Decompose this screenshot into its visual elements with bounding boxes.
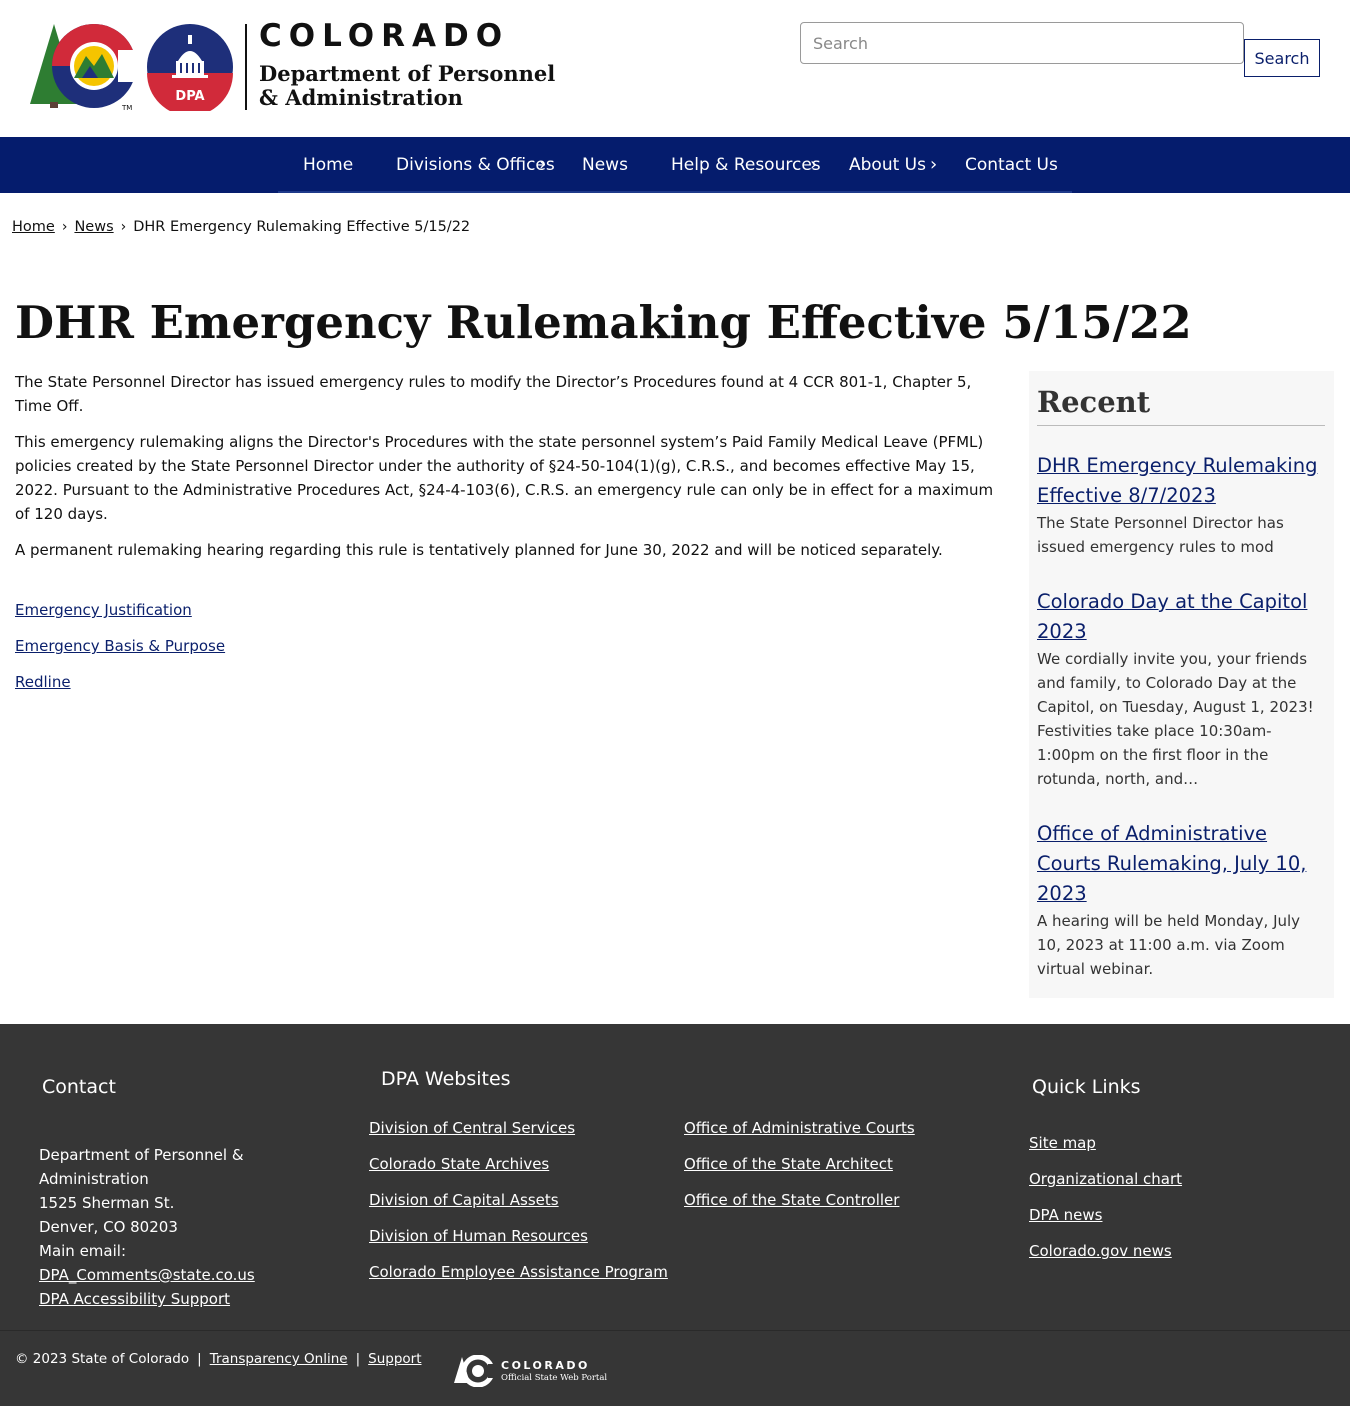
support-link[interactable]: Support — [368, 1351, 421, 1367]
recent-item: Office of Administrative Courts Rulemaki… — [1037, 819, 1327, 981]
recent-item: DHR Emergency Rulemaking Effective 8/7/2… — [1037, 451, 1327, 559]
colorado-portal-logo-icon[interactable] — [454, 1355, 498, 1387]
page-title: DHR Emergency Rulemaking Effective 5/15/… — [15, 296, 1192, 349]
logo-badge-text: DPA — [175, 89, 204, 104]
footer-websites-col2: Office of Administrative Courts Office o… — [684, 1116, 915, 1224]
site-header: TM DPA COLORADO Department of Personnel … — [0, 0, 1350, 137]
nav-item-contact-us[interactable]: Contact Us — [965, 137, 1058, 193]
logo-dept-line2: & Administration — [259, 85, 463, 110]
redline-link[interactable]: Redline — [15, 670, 225, 694]
nav-item-about-us[interactable]: About Us › — [849, 137, 944, 193]
article-body: The State Personnel Director has issued … — [15, 370, 1005, 574]
quick-link-site-map[interactable]: Site map — [1029, 1131, 1182, 1155]
recent-item-link[interactable]: Office of Administrative Courts Rulemaki… — [1037, 819, 1327, 909]
copyright-text: © 2023 State of Colorado — [15, 1351, 190, 1367]
logo-dept-line1: Department of Personnel — [259, 61, 556, 86]
chevron-right-icon[interactable]: › — [810, 137, 817, 193]
footer-website-link[interactable]: Office of the State Controller — [684, 1188, 915, 1212]
footer-legal: © 2023 State of Colorado | Transparency On… — [15, 1351, 422, 1367]
article-paragraph: A permanent rulemaking hearing regarding… — [15, 541, 943, 559]
sidebar-title: Recent — [1037, 385, 1151, 419]
recent-item-link[interactable]: DHR Emergency Rulemaking Effective 8/7/2… — [1037, 451, 1327, 511]
sidebar-divider — [1037, 425, 1325, 426]
footer-quick-links: Site map Organizational chart DPA news C… — [1029, 1131, 1182, 1275]
nav-item-label: Contact Us — [965, 155, 1058, 175]
accessibility-support-link[interactable]: DPA Accessibility Support — [39, 1290, 230, 1308]
nav-item-label: News — [582, 155, 628, 175]
dpa-capitol-badge-icon: DPA — [147, 24, 233, 111]
footer-website-link[interactable]: Division of Central Services — [369, 1116, 668, 1140]
footer-contact-info: Department of Personnel & Administration… — [39, 1143, 255, 1311]
recent-item-summary: We cordially invite you, your friends an… — [1037, 650, 1314, 788]
document-links: Emergency Justification Emergency Basis … — [15, 598, 225, 706]
breadcrumb-link-home[interactable]: Home — [12, 219, 55, 235]
footer-websites-col1: Division of Central Services Colorado St… — [369, 1116, 668, 1296]
chevron-right-icon[interactable]: › — [539, 137, 546, 193]
contact-line: Denver, CO 80203 — [39, 1218, 178, 1236]
emergency-justification-link[interactable]: Emergency Justification — [15, 598, 225, 622]
portal-subtitle-text: Official State Web Portal — [501, 1373, 608, 1383]
breadcrumb-separator: › — [120, 219, 127, 235]
nav-item-news[interactable]: News — [582, 137, 628, 193]
breadcrumb-current: DHR Emergency Rulemaking Effective 5/15/… — [133, 219, 471, 235]
colorado-c-logo-icon: TM — [30, 24, 140, 110]
recent-item: Colorado Day at the Capitol 2023 We cord… — [1037, 587, 1327, 791]
footer-contact-heading: Contact — [42, 1076, 116, 1098]
contact-line: Main email: — [39, 1242, 126, 1260]
breadcrumb-link-news[interactable]: News — [74, 219, 113, 235]
quick-link-colorado-gov-news[interactable]: Colorado.gov news — [1029, 1239, 1182, 1263]
svg-text:TM: TM — [121, 104, 132, 110]
logo-state-text: COLORADO — [259, 18, 510, 54]
colorado-dpa-logo[interactable]: TM DPA COLORADO Department of Personnel … — [28, 18, 568, 116]
nav-item-label: Help & Resources — [671, 155, 821, 175]
logo-divider — [245, 24, 247, 110]
article-paragraph: The State Personnel Director has issued … — [15, 373, 972, 415]
logo-department-text: Department of Personnel & Administration — [259, 62, 555, 110]
breadcrumb: Home › News › DHR Emergency Rulemaking Effec… — [12, 219, 470, 235]
footer-website-link[interactable]: Colorado State Archives — [369, 1152, 668, 1176]
footer-website-link[interactable]: Division of Capital Assets — [369, 1188, 668, 1212]
footer-website-link[interactable]: Division of Human Resources — [369, 1224, 668, 1248]
contact-line: Administration — [39, 1170, 149, 1188]
chevron-right-icon[interactable]: › — [930, 137, 937, 193]
recent-item-link[interactable]: Colorado Day at the Capitol 2023 — [1037, 587, 1327, 647]
footer-website-link[interactable]: Office of Administrative Courts — [684, 1116, 915, 1140]
footer-websites-heading: DPA Websites — [381, 1068, 511, 1090]
recent-item-summary: A hearing will be held Monday, July 10, … — [1037, 912, 1301, 978]
quick-link-dpa-news[interactable]: DPA news — [1029, 1203, 1182, 1227]
contact-email-link[interactable]: DPA_Comments@state.co.us — [39, 1266, 255, 1284]
footer-website-link[interactable]: Office of the State Architect — [684, 1152, 915, 1176]
transparency-online-link[interactable]: Transparency Online — [210, 1351, 348, 1367]
nav-item-home[interactable]: Home — [303, 137, 353, 193]
nav-item-label: About Us — [849, 155, 926, 175]
main-navigation: Home Divisions & Offices › News Help & R… — [0, 137, 1350, 193]
contact-line: 1525 Sherman St. — [39, 1194, 175, 1212]
quick-link-org-chart[interactable]: Organizational chart — [1029, 1167, 1182, 1191]
nav-item-label: Home — [303, 155, 354, 175]
site-footer: Contact Department of Personnel & Admini… — [0, 1024, 1350, 1330]
nav-item-divisions-offices[interactable]: Divisions & Offices › — [396, 137, 556, 193]
portal-state-text: COLORADO — [501, 1359, 590, 1372]
recent-sidebar: Recent DHR Emergency Rulemaking Effectiv… — [1029, 371, 1334, 998]
breadcrumb-separator: › — [61, 219, 68, 235]
recent-item-summary: The State Personnel Director has issued … — [1037, 514, 1284, 556]
footer-bottom-bar: © 2023 State of Colorado | Transparency On… — [0, 1330, 1350, 1406]
nav-underline — [278, 191, 1072, 193]
article-paragraph: This emergency rulemaking aligns the Dir… — [15, 433, 994, 523]
search-button[interactable]: Search — [1244, 39, 1320, 77]
nav-item-help-resources[interactable]: Help & Resources › — [671, 137, 821, 193]
emergency-basis-purpose-link[interactable]: Emergency Basis & Purpose — [15, 634, 225, 658]
nav-item-label: Divisions & Offices — [396, 155, 555, 175]
contact-line: Department of Personnel & — [39, 1146, 244, 1164]
footer-quick-links-heading: Quick Links — [1032, 1076, 1141, 1098]
footer-website-link[interactable]: Colorado Employee Assistance Program — [369, 1260, 668, 1284]
search-input[interactable] — [800, 22, 1244, 64]
